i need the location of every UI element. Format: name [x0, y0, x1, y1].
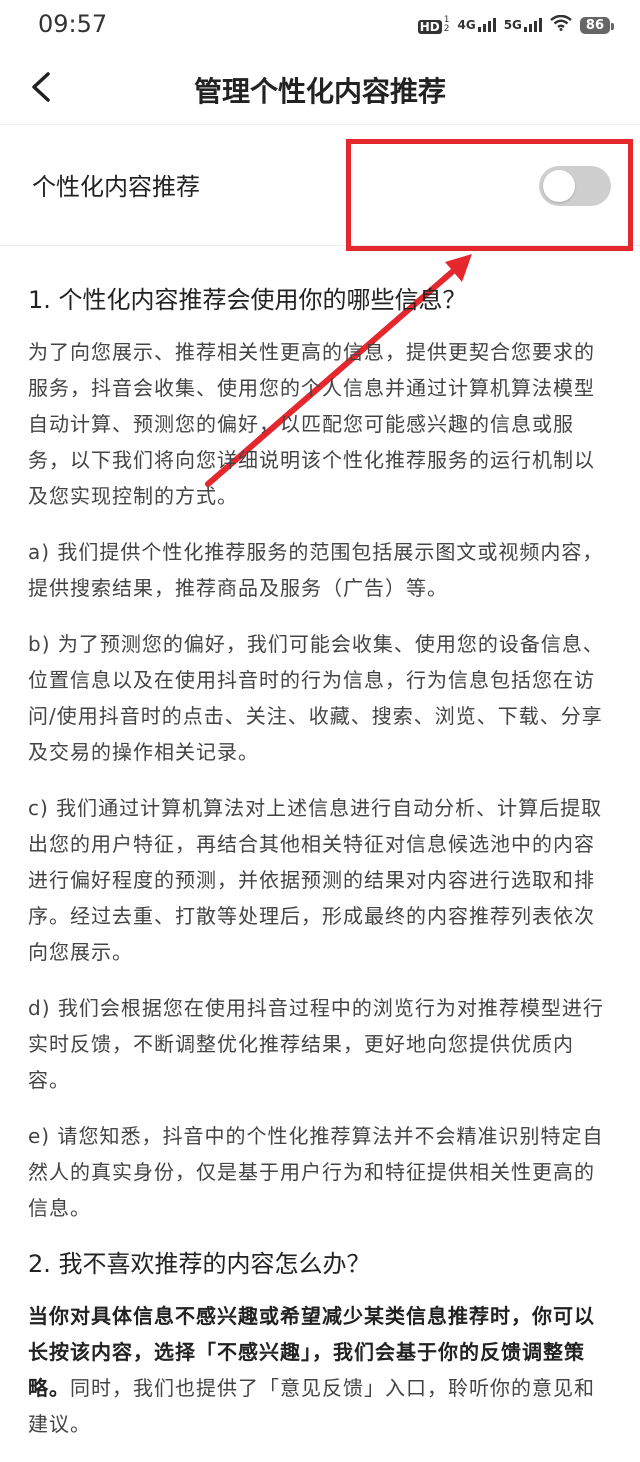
policy-content: 1. 个性化内容推荐会使用你的哪些信息？ 为了向您展示、推荐相关性更高的信息，提…: [28, 282, 612, 1462]
section1-item-d: d) 我们会根据您在使用抖音过程中的浏览行为对推荐模型进行实时反馈，不断调整优化…: [28, 996, 604, 1092]
section1-item-c: c) 我们通过计算机算法对上述信息进行自动分析、计算后提取出您的用户特征，再结合…: [28, 796, 603, 964]
section2-rest-text: 同时，我们也提供了「意见反馈」入口，聆听你的意见和建议。: [28, 1376, 595, 1436]
section1-item-e: e) 请您知悉，抖音中的个性化推荐算法并不会精准识别特定自然人的真实身份，仅是基…: [28, 1124, 604, 1220]
section1-item-b: b) 为了预测您的偏好，我们可能会收集、使用您的设备信息、位置信息以及在使用抖音…: [28, 632, 604, 764]
section1-heading: 1. 个性化内容推荐会使用你的哪些信息？: [28, 286, 467, 314]
section1-item-a: a) 我们提供个性化推荐服务的范围包括展示图文或视频内容，提供搜索结果，推荐商品…: [28, 540, 604, 600]
section2-body: 当你对具体信息不感兴趣或希望减少某类信息推荐时，你可以长按该内容，选择「不感兴趣…: [28, 1298, 612, 1442]
section1-intro: 为了向您展示、推荐相关性更高的信息，提供更契合您要求的服务，抖音会收集、使用您的…: [28, 340, 595, 508]
section2-heading: 2. 我不喜欢推荐的内容怎么办？: [28, 1250, 371, 1278]
